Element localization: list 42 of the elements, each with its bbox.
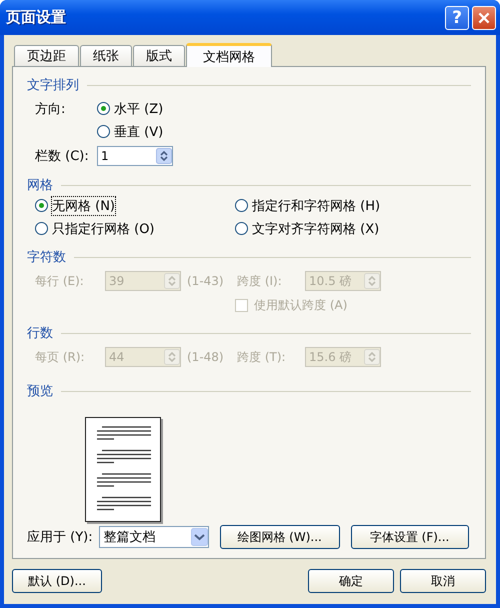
radio-label[interactable]: 文字对齐字符网格 (X): [252, 220, 380, 238]
tab[interactable]: 文档网格: [186, 43, 272, 67]
field-label: 跨度 (T):: [237, 348, 287, 366]
radio-button[interactable]: [35, 222, 48, 235]
group-title: 字符数: [27, 249, 66, 266]
field-label: 应用于 (Y):: [27, 529, 93, 546]
font-settings-button[interactable]: 字体设置 (F)...: [350, 525, 469, 549]
tab[interactable]: 纸张: [80, 45, 132, 66]
radio-button[interactable]: [235, 222, 248, 235]
field-label: 每页 (R):: [35, 348, 86, 366]
apply-to-dropdown[interactable]: 整篇文档: [98, 526, 209, 548]
group-title: 文字排列: [27, 77, 79, 94]
range-text: (1-48): [187, 350, 225, 364]
field-label: 跨度 (I):: [237, 272, 283, 290]
spinner-arrows-icon[interactable]: [156, 148, 172, 164]
radio-label[interactable]: 水平 (Z): [114, 100, 164, 118]
window-title: 页面设置: [6, 8, 67, 27]
help-button[interactable]: ?: [445, 6, 469, 30]
radio-button[interactable]: [97, 125, 110, 138]
radio-label[interactable]: 指定行和字符网格 (H): [252, 196, 380, 214]
group-title: 行数: [27, 325, 53, 342]
tab[interactable]: 版式: [133, 45, 185, 66]
number-field[interactable]: 1: [97, 146, 173, 166]
radio-button[interactable]: [235, 199, 248, 212]
dialog-button[interactable]: 取消: [400, 569, 486, 593]
range-text: (1-43): [187, 274, 225, 288]
radio-button[interactable]: [35, 199, 48, 212]
radio-button[interactable]: [97, 102, 110, 115]
checkbox-label: 使用默认跨度 (A): [254, 296, 348, 314]
radio-label[interactable]: 垂直 (V): [114, 122, 164, 140]
group-title: 预览: [27, 383, 53, 400]
radio-label[interactable]: 只指定行网格 (O): [52, 220, 155, 238]
dialog-button[interactable]: 确定: [308, 569, 394, 593]
field-label: 方向:: [35, 100, 66, 118]
group-title: 网格: [27, 177, 53, 194]
default-button[interactable]: 默认 (D)...: [12, 569, 102, 593]
field-label: 栏数 (C):: [35, 148, 90, 165]
field-label: 每行 (E):: [35, 272, 85, 290]
draw-grid-button[interactable]: 绘图网格 (W)...: [220, 525, 340, 549]
tab[interactable]: 页边距: [14, 45, 79, 66]
radio-label[interactable]: 无网格 (N): [52, 196, 116, 214]
close-icon[interactable]: [472, 6, 496, 30]
